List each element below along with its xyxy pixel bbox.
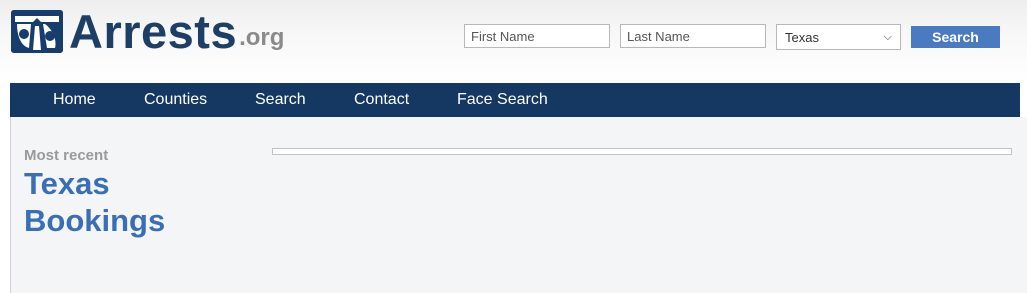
first-name-input[interactable] [464, 24, 610, 48]
state-select[interactable]: Texas ⌵ [776, 24, 901, 50]
nav-item-search[interactable]: Search [255, 91, 306, 109]
site-header: Arrests .org Texas ⌵ Search [0, 0, 1027, 83]
main-content: Most recent Texas Bookings [10, 117, 1027, 293]
nav-item-counties[interactable]: Counties [144, 91, 207, 109]
page-title: Texas Bookings [24, 166, 166, 238]
chevron-down-icon: ⌵ [883, 30, 892, 43]
nav-item-contact[interactable]: Contact [354, 91, 409, 109]
nav-item-home[interactable]: Home [53, 91, 96, 109]
most-recent-label: Most recent [24, 147, 109, 164]
search-button[interactable]: Search [911, 26, 1000, 48]
handcuffs-logo-icon [11, 10, 63, 53]
logo-tld: .org [239, 24, 285, 51]
nav-item-face-search[interactable]: Face Search [457, 91, 548, 109]
last-name-input[interactable] [620, 24, 766, 48]
site-logo[interactable]: Arrests .org [11, 5, 285, 58]
state-select-value: Texas [785, 29, 819, 45]
logo-text: Arrests [69, 5, 238, 58]
bookings-result-box [272, 148, 1012, 155]
main-nav: Home Counties Search Contact Face Search [10, 83, 1020, 117]
